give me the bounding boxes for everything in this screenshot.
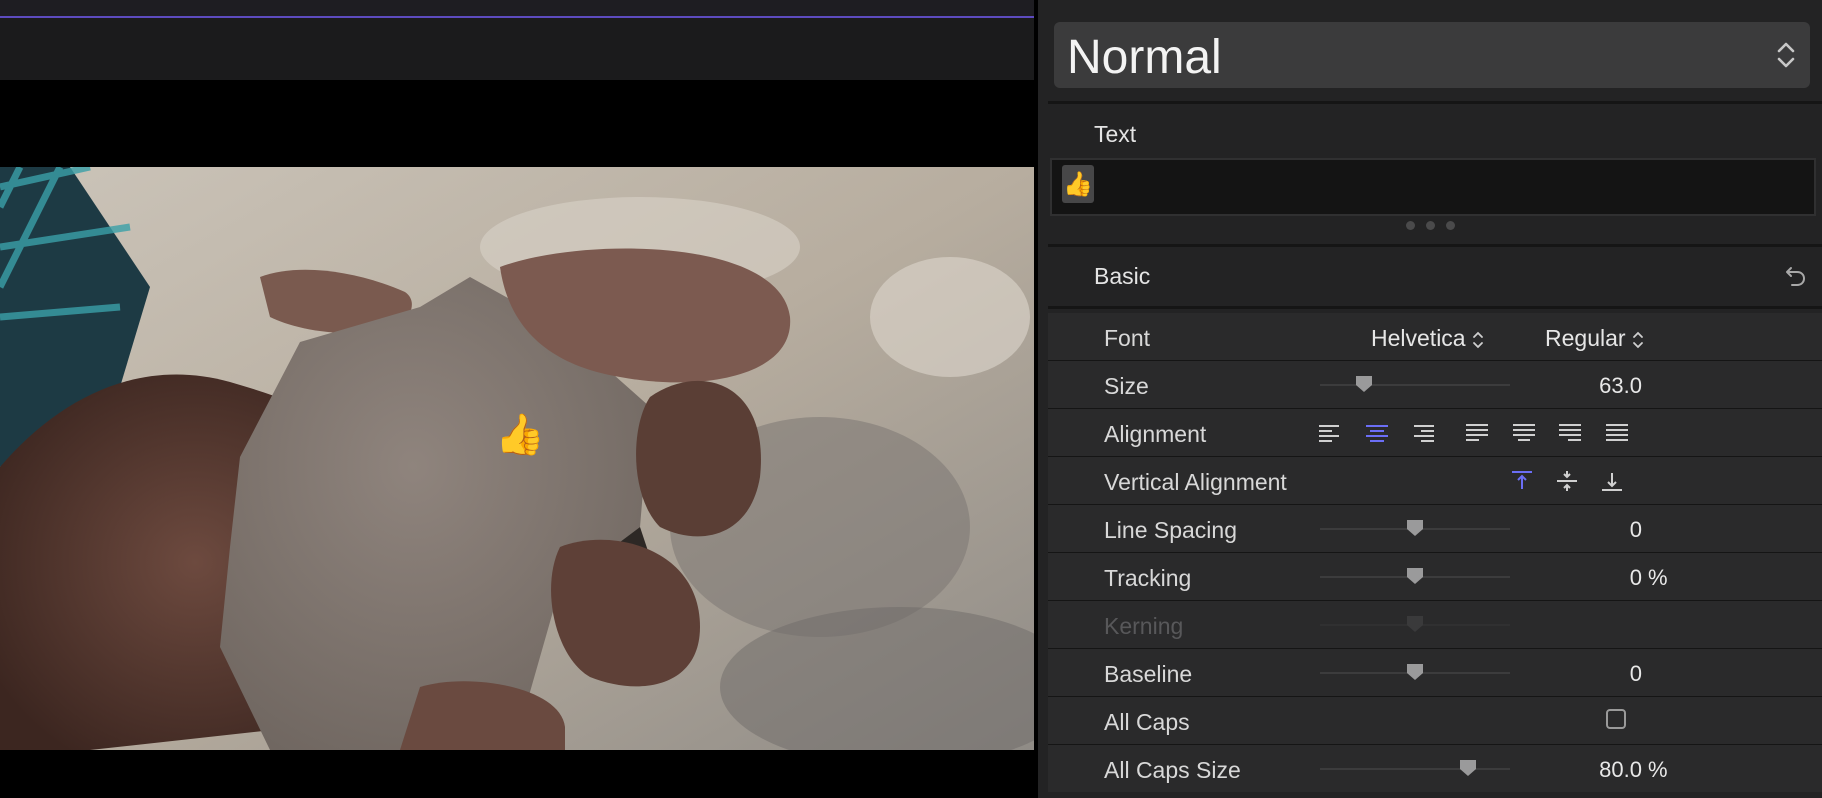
overlay-emoji[interactable]: 👍 <box>495 411 545 459</box>
text-inspector: Normal Text 👍 Basic Font Helvetica Regul… <box>1038 0 1822 798</box>
kerning-label: Kerning <box>1104 613 1184 639</box>
text-section-label: Text <box>1094 121 1137 147</box>
font-row: Font Helvetica Regular <box>1048 313 1822 360</box>
valign-middle-icon[interactable] <box>1554 469 1580 493</box>
align-center-icon[interactable] <box>1364 421 1390 445</box>
chevron-updown-icon <box>1632 331 1643 349</box>
alignment-row: Alignment <box>1048 409 1822 456</box>
slider-knob-icon[interactable] <box>1406 663 1424 681</box>
reset-arrow-icon[interactable] <box>1784 264 1806 293</box>
text-content-field[interactable]: 👍 <box>1050 158 1816 216</box>
size-label: Size <box>1104 373 1149 399</box>
resize-handle[interactable] <box>1406 220 1456 230</box>
viewer-title-bar <box>0 0 1034 17</box>
all-caps-row: All Caps <box>1048 697 1822 744</box>
valign-top-icon[interactable] <box>1509 469 1535 493</box>
alignment-label: Alignment <box>1104 421 1207 447</box>
font-family-popup[interactable]: Helvetica <box>1371 325 1484 352</box>
font-family-value: Helvetica <box>1371 325 1466 351</box>
vertical-alignment-label: Vertical Alignment <box>1104 469 1287 495</box>
kerning-slider <box>1320 616 1510 632</box>
justify-right-icon[interactable] <box>1557 421 1583 445</box>
all-caps-size-row: All Caps Size 80.0 % <box>1048 745 1822 792</box>
justify-center-icon[interactable] <box>1511 421 1537 445</box>
tracking-row: Tracking 0 % <box>1048 553 1822 600</box>
line-spacing-label: Line Spacing <box>1104 517 1237 543</box>
line-spacing-row: Line Spacing 0 <box>1048 505 1822 552</box>
baseline-value[interactable]: 0 <box>1548 661 1642 687</box>
text-style-preset-value: Normal <box>1067 31 1222 84</box>
kerning-row: Kerning <box>1048 601 1822 648</box>
all-caps-checkbox[interactable] <box>1606 709 1626 729</box>
all-caps-size-unit: % <box>1648 757 1668 782</box>
size-slider[interactable] <box>1320 376 1510 392</box>
tracking-value[interactable]: 0 <box>1548 565 1642 591</box>
slider-knob-icon[interactable] <box>1459 759 1477 777</box>
justify-left-icon[interactable] <box>1464 421 1490 445</box>
text-content-emoji: 👍 <box>1062 165 1094 203</box>
all-caps-size-slider[interactable] <box>1320 760 1510 776</box>
slider-knob-icon[interactable] <box>1355 375 1373 393</box>
valign-bottom-icon[interactable] <box>1599 469 1625 493</box>
viewer-toolbar <box>0 18 1034 80</box>
line-spacing-value[interactable]: 0 <box>1548 517 1642 543</box>
align-right-icon[interactable] <box>1410 421 1436 445</box>
text-content-value: 👍 <box>1063 170 1093 198</box>
chevron-updown-icon <box>1472 331 1483 349</box>
baseline-row: Baseline 0 <box>1048 649 1822 696</box>
video-frame[interactable]: 👍 <box>0 167 1034 750</box>
size-row: Size 63.0 <box>1048 361 1822 408</box>
slider-knob-icon[interactable] <box>1406 567 1424 585</box>
align-left-icon[interactable] <box>1317 421 1343 445</box>
baseline-slider[interactable] <box>1320 664 1510 680</box>
divider <box>1048 244 1822 247</box>
text-style-preset-select[interactable]: Normal <box>1054 22 1810 88</box>
slider-knob-icon[interactable] <box>1406 519 1424 537</box>
chevron-updown-icon <box>1776 40 1796 75</box>
font-typeface-popup[interactable]: Regular <box>1545 325 1644 352</box>
baseline-label: Baseline <box>1104 661 1193 687</box>
tracking-unit: % <box>1648 565 1668 590</box>
slider-knob-icon <box>1407 616 1423 632</box>
vertical-alignment-row: Vertical Alignment <box>1048 457 1822 504</box>
font-label: Font <box>1104 325 1151 351</box>
line-spacing-slider[interactable] <box>1320 520 1510 536</box>
size-value[interactable]: 63.0 <box>1548 373 1642 399</box>
font-typeface-value: Regular <box>1545 325 1626 351</box>
tracking-slider[interactable] <box>1320 568 1510 584</box>
all-caps-size-label: All Caps Size <box>1104 757 1241 783</box>
divider <box>1048 306 1822 309</box>
all-caps-label: All Caps <box>1104 709 1190 735</box>
all-caps-size-value[interactable]: 80.0 <box>1548 757 1642 783</box>
justify-full-icon[interactable] <box>1604 421 1630 445</box>
viewer-panel: 👍 <box>0 0 1034 798</box>
basic-section-label: Basic <box>1094 263 1151 289</box>
tracking-label: Tracking <box>1104 565 1192 591</box>
divider <box>1048 101 1822 104</box>
